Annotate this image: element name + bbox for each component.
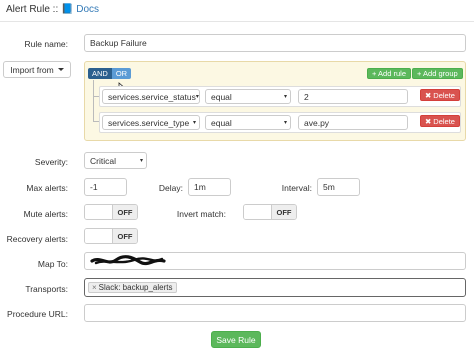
switch-state: OFF — [272, 205, 296, 219]
delay-label: Delay: — [158, 183, 183, 193]
rule-1-value-input[interactable]: 2 — [298, 89, 408, 104]
title-text: Alert Rule :: — [6, 4, 62, 15]
rule-name-input[interactable]: Backup Failure — [84, 34, 466, 52]
rule-2-value-input[interactable]: ave.py — [298, 115, 408, 130]
procedure-url-label: Procedure URL: — [7, 309, 68, 319]
import-from-button[interactable]: Import from — [3, 61, 71, 78]
docs-link-label: Docs — [76, 4, 100, 15]
redacted-scribble-icon — [90, 255, 166, 266]
close-icon: ✖ — [425, 90, 432, 100]
rule-1-delete-button[interactable]: ✖ Delete — [420, 89, 460, 101]
map-to-input[interactable] — [84, 252, 466, 270]
transport-tag-label: Slack: backup_alerts — [98, 283, 173, 292]
max-alerts-input[interactable]: -1 — [84, 178, 127, 196]
switch-state: OFF — [113, 205, 137, 219]
recovery-alerts-switch[interactable]: OFF — [84, 228, 138, 244]
updown-arrow-icon: ▾ — [192, 120, 196, 126]
rule-2-field-value: services.service_type — [108, 117, 190, 128]
close-icon: ✖ — [425, 116, 432, 126]
max-alerts-label: Max alerts: — [26, 183, 68, 193]
rule-1-field-select[interactable]: services.service_status ▾ — [102, 89, 200, 104]
rule-2-operator-select[interactable]: equal ▾ — [205, 115, 291, 130]
dialog-title: Alert Rule :: 📘 Docs — [6, 4, 99, 15]
book-icon: 📘 — [61, 4, 74, 15]
interval-input[interactable]: 5m — [317, 178, 360, 196]
delay-input[interactable]: 1m — [188, 178, 231, 196]
condition-toggle: AND OR — [88, 68, 132, 79]
delete-label: Delete — [433, 116, 455, 126]
severity-select[interactable]: Critical ▾ — [84, 152, 147, 169]
switch-knob — [85, 229, 113, 243]
transport-tag: × Slack: backup_alerts — [88, 282, 177, 293]
rule-2-field-select[interactable]: services.service_type ▾ — [102, 115, 200, 130]
rule-name-label: Rule name: — [24, 39, 68, 49]
tree-connector-line — [93, 80, 94, 121]
invert-match-label: Invert match: — [176, 209, 226, 219]
or-toggle-button[interactable]: OR — [111, 68, 132, 79]
delete-label: Delete — [433, 90, 455, 100]
mute-alerts-label: Mute alerts: — [23, 209, 68, 219]
dialog-title-bar: Alert Rule :: 📘 Docs — [0, 0, 474, 22]
and-toggle-button[interactable]: AND — [88, 68, 112, 79]
severity-label: Severity: — [34, 157, 68, 167]
rule-2-delete-button[interactable]: ✖ Delete — [420, 115, 460, 127]
remove-tag-icon[interactable]: × — [92, 283, 97, 292]
recovery-alerts-label: Recovery alerts: — [6, 234, 68, 244]
rule-2-operator-value: equal — [211, 117, 232, 128]
map-to-label: Map To: — [37, 259, 68, 269]
add-group-button[interactable]: + Add group — [412, 68, 463, 79]
updown-arrow-icon: ▾ — [283, 120, 287, 126]
caret-down-icon — [57, 68, 64, 71]
switch-knob — [244, 205, 272, 219]
updown-arrow-icon: ▾ — [195, 94, 199, 100]
invert-match-switch[interactable]: OFF — [243, 204, 297, 220]
docs-link[interactable]: 📘 Docs — [61, 4, 99, 15]
procedure-url-input[interactable] — [84, 304, 466, 322]
rule-1-field-value: services.service_status — [108, 91, 196, 102]
save-rule-button[interactable]: Save Rule — [211, 331, 261, 348]
rule-1-operator-select[interactable]: equal ▾ — [205, 89, 291, 104]
transports-input[interactable]: × Slack: backup_alerts — [84, 278, 466, 297]
switch-state: OFF — [113, 229, 137, 243]
rule-1-operator-value: equal — [211, 91, 232, 102]
transports-label: Transports: — [25, 284, 68, 294]
add-rule-button[interactable]: + Add rule — [367, 68, 411, 79]
mute-alerts-switch[interactable]: OFF — [84, 204, 138, 220]
switch-knob — [85, 205, 113, 219]
updown-arrow-icon: ▾ — [139, 158, 143, 164]
updown-arrow-icon: ▾ — [283, 94, 287, 100]
interval-label: Interval: — [281, 183, 312, 193]
import-from-label: Import from — [10, 64, 54, 75]
severity-value: Critical — [90, 155, 116, 166]
